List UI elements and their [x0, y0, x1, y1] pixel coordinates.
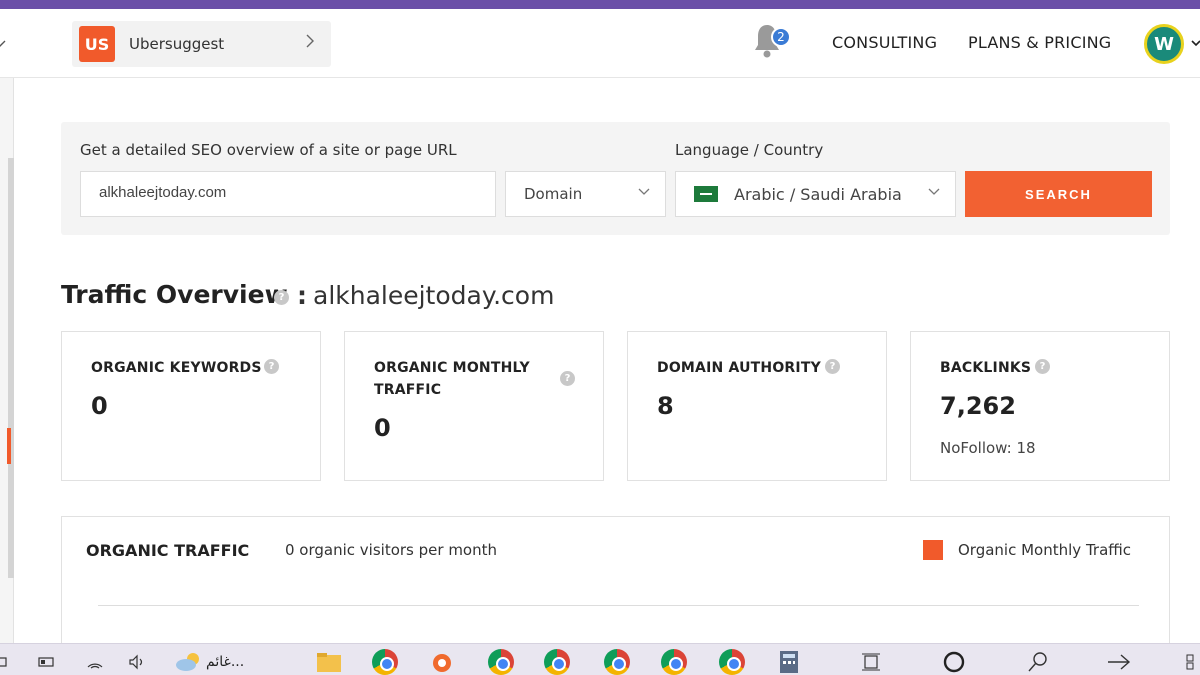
caret-down-icon[interactable]	[1191, 37, 1200, 51]
card-label-line: TRAFFIC	[374, 382, 442, 398]
help-icon[interactable]: ?	[560, 371, 575, 386]
language-country-label: Language / Country	[675, 141, 824, 159]
search-panel: Get a detailed SEO overview of a site or…	[61, 122, 1170, 235]
project-badge: US	[79, 26, 115, 62]
top-accent-stripe	[0, 0, 1200, 9]
card-label: ORGANIC KEYWORDS	[91, 360, 262, 376]
arrow-icon[interactable]	[1106, 650, 1132, 674]
sidebar-scrollbar[interactable]	[8, 158, 14, 578]
notification-count-badge: 2	[771, 27, 791, 47]
camera-icon[interactable]	[0, 650, 10, 674]
header-bar: US Ubersuggest 2 CONSULTING PLANS & PRIC…	[0, 9, 1200, 78]
search-button[interactable]: SEARCH	[965, 171, 1152, 217]
windows-icon[interactable]	[1186, 650, 1200, 674]
organic-traffic-panel: ORGANIC TRAFFIC 0 organic visitors per m…	[61, 516, 1170, 656]
sidebar-active-marker	[7, 428, 11, 464]
cortana-icon[interactable]	[942, 650, 966, 674]
chrome-icon[interactable]	[488, 649, 514, 675]
project-name: Ubersuggest	[129, 35, 225, 53]
card-label-line: ORGANIC MONTHLY	[374, 360, 530, 376]
stat-card-domain-authority: DOMAIN AUTHORITY ? 8	[627, 331, 887, 481]
card-value: 8	[657, 392, 674, 420]
chart-baseline	[98, 605, 1139, 606]
chrome-icon[interactable]	[372, 649, 398, 675]
title-separator: :	[297, 281, 307, 310]
help-icon[interactable]: ?	[274, 290, 289, 305]
help-icon[interactable]: ?	[264, 359, 279, 374]
chrome-icon[interactable]	[719, 649, 745, 675]
legend-label[interactable]: Organic Monthly Traffic	[958, 541, 1131, 559]
nav-plans-pricing[interactable]: PLANS & PRICING	[968, 33, 1111, 52]
chevron-down-icon	[637, 184, 651, 202]
file-explorer-icon[interactable]	[316, 650, 342, 674]
saudi-flag-icon	[694, 186, 718, 202]
chrome-icon[interactable]	[604, 649, 630, 675]
chevron-right-icon	[305, 33, 315, 53]
wifi-icon[interactable]	[86, 650, 104, 674]
scope-select-value: Domain	[524, 185, 583, 203]
language-country-value: Arabic / Saudi Arabia	[734, 184, 902, 204]
chevron-down-icon	[927, 184, 941, 202]
help-icon[interactable]: ?	[1035, 359, 1050, 374]
scope-select[interactable]: Domain	[505, 171, 666, 217]
stat-card-organic-keywords: ORGANIC KEYWORDS ? 0	[61, 331, 321, 481]
legend-swatch	[923, 540, 943, 560]
nav-consulting[interactable]: CONSULTING	[832, 33, 937, 52]
language-country-select[interactable]: Arabic / Saudi Arabia	[675, 171, 956, 217]
page-title: Traffic Overview	[61, 280, 288, 309]
organic-traffic-title: ORGANIC TRAFFIC	[86, 541, 250, 560]
card-value: 0	[374, 414, 391, 442]
nofollow-count: NoFollow: 18	[940, 439, 1036, 457]
weather-text[interactable]: غائم...	[206, 650, 244, 674]
battery-icon[interactable]	[38, 650, 56, 674]
weather-icon[interactable]	[174, 650, 204, 674]
url-label: Get a detailed SEO overview of a site or…	[80, 141, 457, 159]
overview-domain: : alkhaleejtoday.com	[297, 281, 554, 310]
chrome-icon[interactable]	[544, 649, 570, 675]
card-value: 0	[91, 392, 108, 420]
windows-taskbar: غائم...	[0, 643, 1200, 675]
stat-card-backlinks: BACKLINKS ? 7,262 NoFollow: 18	[910, 331, 1170, 481]
chevron-down-icon[interactable]	[0, 37, 6, 49]
avatar[interactable]: W	[1144, 24, 1184, 64]
left-sidebar-rail	[0, 78, 14, 643]
stat-card-organic-monthly-traffic: ORGANIC MONTHLY TRAFFIC ? 0	[344, 331, 604, 481]
card-label: ORGANIC MONTHLY TRAFFIC	[374, 357, 530, 401]
origin-icon[interactable]	[430, 650, 454, 674]
organic-traffic-subtitle: 0 organic visitors per month	[285, 541, 497, 559]
card-label: BACKLINKS	[940, 360, 1032, 376]
project-selector[interactable]: US Ubersuggest	[72, 21, 331, 67]
card-label: DOMAIN AUTHORITY	[657, 360, 821, 376]
card-value: 7,262	[940, 392, 1016, 420]
url-input[interactable]: alkhaleejtoday.com	[80, 171, 496, 217]
volume-icon[interactable]	[128, 650, 148, 674]
search-icon[interactable]	[1026, 650, 1050, 674]
chrome-icon[interactable]	[661, 649, 687, 675]
calculator-icon[interactable]	[778, 650, 800, 674]
help-icon[interactable]: ?	[825, 359, 840, 374]
overview-domain-text: alkhaleejtoday.com	[313, 281, 555, 310]
task-view-icon[interactable]	[860, 650, 882, 674]
